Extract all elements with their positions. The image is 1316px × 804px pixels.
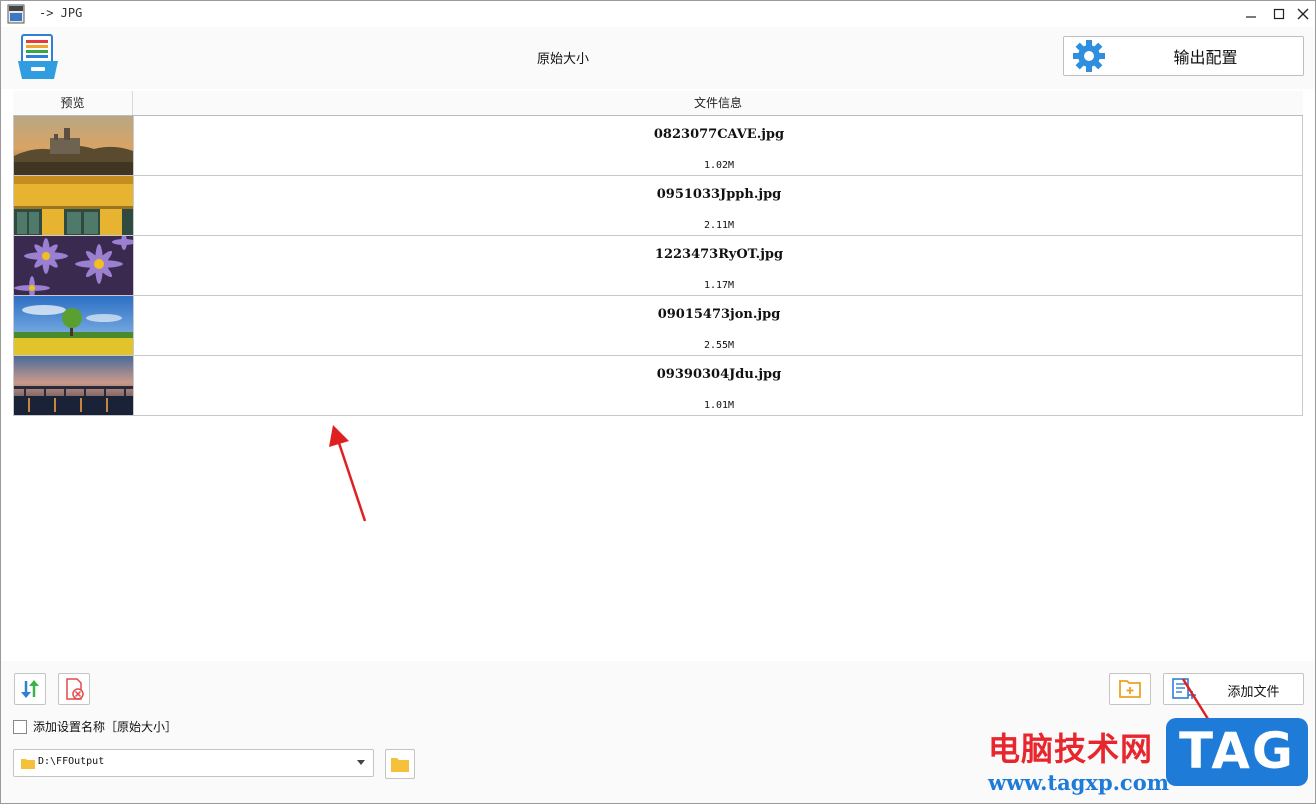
close-icon	[1297, 8, 1309, 20]
output-path-dropdown[interactable]: D:\FFOutput	[13, 749, 374, 777]
file-size: 1.17M	[703, 280, 735, 291]
add-setting-name-option[interactable]: 添加设置名称［原始大小］	[13, 718, 177, 735]
browse-folder-button[interactable]	[385, 749, 415, 779]
sort-arrows-icon	[21, 680, 39, 698]
app-icon	[7, 4, 25, 24]
close-button[interactable]	[1291, 3, 1315, 25]
table-row[interactable]: 1223473RyOT.jpg 1.17M	[13, 236, 1303, 296]
column-header-file-info[interactable]: 文件信息	[133, 91, 1303, 115]
file-name: 09015473jon.jpg	[657, 307, 781, 322]
remove-all-button[interactable]	[58, 673, 90, 705]
castle-sunset-thumbnail	[14, 116, 134, 175]
folder-open-icon	[391, 758, 409, 772]
chevron-down-icon	[357, 760, 365, 765]
table-row[interactable]: 09390304Jdu.jpg 1.01M	[13, 356, 1303, 416]
sort-button[interactable]	[14, 673, 46, 705]
table-row[interactable]: 09015473jon.jpg 2.55M	[13, 296, 1303, 356]
add-folder-icon	[1119, 680, 1141, 698]
bridge-dusk-thumbnail	[14, 356, 134, 415]
file-size: 1.01M	[703, 400, 735, 411]
add-setting-name-label: 添加设置名称［原始大小］	[33, 720, 178, 734]
delete-file-icon	[66, 678, 84, 700]
table-row[interactable]: 0823077CAVE.jpg 1.02M	[13, 116, 1303, 176]
folder-icon	[21, 759, 35, 769]
mode-label: 原始大小	[536, 52, 589, 67]
file-size: 2.11M	[703, 220, 735, 231]
watermark-url: www.tagxp.com	[988, 770, 1169, 795]
add-file-label: 添加文件	[1227, 685, 1280, 700]
watermark-tag-logo: TAG	[1166, 718, 1308, 786]
file-name: 0951033Jpph.jpg	[656, 187, 782, 202]
watermark-text: 电脑技术网	[988, 730, 1154, 768]
file-name: 0823077CAVE.jpg	[653, 127, 785, 142]
column-header-preview[interactable]: 预览	[13, 91, 133, 115]
add-setting-name-checkbox[interactable]	[13, 719, 27, 734]
table-row[interactable]: 0951033Jpph.jpg 2.11M	[13, 176, 1303, 236]
title-bar: -> JPG	[1, 1, 1315, 27]
file-size: 1.02M	[703, 160, 735, 171]
header-bar: 原始大小 输出配置	[1, 27, 1315, 89]
file-table: 预览 文件信息 0823077CAVE.jpg 1.02M 0951033Jpp…	[13, 91, 1303, 416]
output-config-button[interactable]: 输出配置	[1063, 36, 1304, 76]
watermark-tag-text: TAG	[1179, 722, 1295, 780]
add-folder-button[interactable]	[1109, 673, 1151, 705]
minimize-button[interactable]	[1239, 3, 1263, 25]
file-name: 1223473RyOT.jpg	[654, 247, 784, 262]
table-header: 预览 文件信息	[13, 91, 1303, 116]
add-file-button[interactable]: 添加文件	[1163, 673, 1304, 705]
annotation-arrow	[329, 425, 367, 522]
minimize-icon	[1246, 16, 1256, 18]
tree-field-thumbnail	[14, 296, 134, 355]
maximize-button[interactable]	[1267, 3, 1291, 25]
yellow-wall-windows-thumbnail	[14, 176, 134, 235]
file-size: 2.55M	[703, 340, 735, 351]
app-window: -> JPG 原始大小 输出配置 预览 文件信息 0823077CAVE.jpg…	[0, 0, 1316, 804]
window-title: -> JPG	[39, 6, 83, 20]
output-config-label: 输出配置	[1173, 48, 1238, 67]
file-name: 09390304Jdu.jpg	[656, 367, 782, 382]
purple-daisies-thumbnail	[14, 236, 134, 295]
maximize-icon	[1273, 8, 1285, 20]
output-path-value: D:\FFOutput	[38, 756, 105, 767]
add-file-icon	[1172, 678, 1196, 699]
